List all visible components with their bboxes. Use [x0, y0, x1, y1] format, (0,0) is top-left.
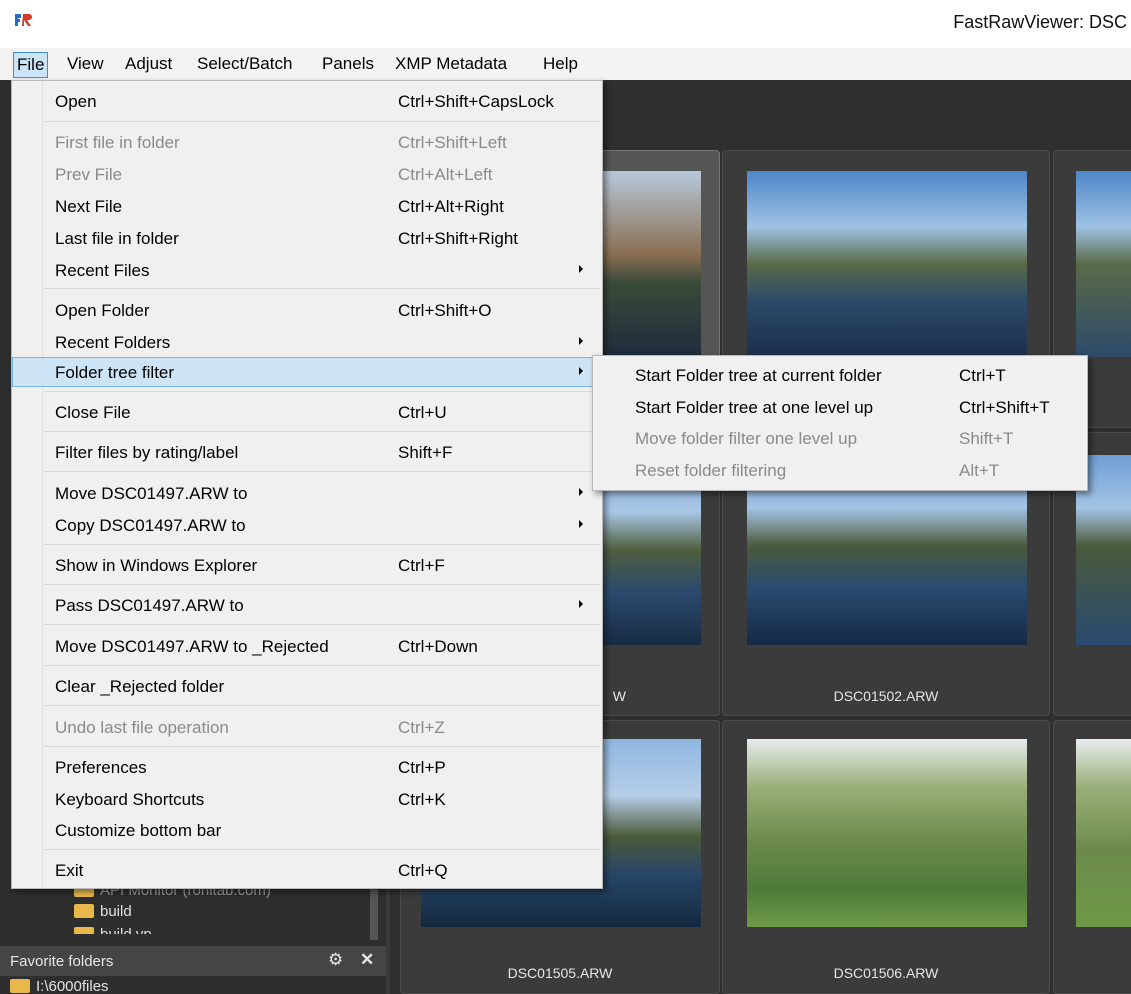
menu-item-next-file[interactable]: Next File Ctrl+Alt+Right [12, 192, 602, 222]
tree-scrollbar[interactable] [370, 880, 378, 940]
menu-separator [44, 471, 600, 472]
folder-tree-filter-submenu: Start Folder tree at current folder Ctrl+… [592, 355, 1088, 491]
favorite-folder-item[interactable]: I:\6000files [10, 978, 109, 994]
submenu-arrow-icon [579, 488, 583, 496]
menu-item-open[interactable]: Open Ctrl+Shift+CapsLock [12, 87, 602, 117]
menu-item-filter-files[interactable]: Filter files by rating/label Shift+F [12, 438, 602, 468]
favorites-panel-header: Favorite folders ⚙ ✕ [0, 946, 386, 976]
submenu-arrow-icon [579, 265, 583, 273]
file-menu-dropdown: Open Ctrl+Shift+CapsLock First file in fo… [11, 80, 603, 889]
thumbnail-filename: DSC01505.ARW [507, 965, 613, 981]
folder-icon [10, 979, 30, 993]
menu-separator [44, 624, 600, 625]
thumbnail-image [1076, 739, 1131, 927]
menu-item-show-in-explorer[interactable]: Show in Windows Explorer Ctrl+F [12, 551, 602, 581]
menu-separator [44, 121, 600, 122]
submenu-arrow-icon [579, 337, 583, 345]
menu-separator [44, 746, 600, 747]
menu-separator [44, 849, 600, 850]
menu-view[interactable]: View [67, 54, 104, 78]
menu-separator [44, 391, 600, 392]
menu-item-folder-tree-filter[interactable]: Folder tree filter [12, 357, 602, 387]
menu-item-recent-folders[interactable]: Recent Folders [12, 328, 602, 358]
folder-icon [74, 927, 94, 934]
menu-item-clear-rejected[interactable]: Clear _Rejected folder [12, 672, 602, 702]
menu-item-move-file-to[interactable]: Move DSC01497.ARW to [12, 479, 602, 509]
menu-item-last-file[interactable]: Last file in folder Ctrl+Shift+Right [12, 224, 602, 254]
menu-file[interactable]: File [13, 52, 49, 78]
menu-separator [44, 665, 600, 666]
gear-icon[interactable]: ⚙ [328, 950, 343, 970]
menu-select-batch[interactable]: Select/Batch [197, 54, 292, 78]
menu-item-exit[interactable]: Exit Ctrl+Q [12, 856, 602, 886]
menu-item-first-file[interactable]: First file in folder Ctrl+Shift+Left [12, 128, 602, 158]
submenu-item-start-one-level-up[interactable]: Start Folder tree at one level up Ctrl+Sh… [593, 393, 1087, 423]
menu-item-undo-file-operation[interactable]: Undo last file operation Ctrl+Z [12, 713, 602, 743]
close-icon[interactable]: ✕ [360, 950, 374, 970]
folder-tree-item[interactable]: build [74, 903, 132, 920]
menu-item-open-folder[interactable]: Open Folder Ctrl+Shift+O [12, 296, 602, 326]
menu-bar: File View Adjust Select/Batch Panels XMP… [0, 48, 1131, 80]
menu-xmp-metadata[interactable]: XMP Metadata [395, 54, 507, 78]
menu-adjust[interactable]: Adjust [125, 54, 172, 78]
menu-panels[interactable]: Panels [322, 54, 374, 78]
menu-item-customize-bottom-bar[interactable]: Customize bottom bar [12, 816, 602, 846]
menu-help[interactable]: Help [543, 54, 578, 78]
menu-separator [44, 705, 600, 706]
submenu-item-move-filter-up[interactable]: Move folder filter one level up Shift+T [593, 424, 1087, 454]
menu-item-move-to-rejected[interactable]: Move DSC01497.ARW to _Rejected Ctrl+Down [12, 632, 602, 662]
folder-icon [74, 904, 94, 918]
menu-item-pass-file-to[interactable]: Pass DSC01497.ARW to [12, 591, 602, 621]
thumbnail-filename: DSC01502.ARW [833, 688, 939, 704]
window-title: FastRawViewer: DSC [953, 12, 1127, 32]
thumbnail-image [747, 739, 1027, 927]
submenu-arrow-icon [579, 520, 583, 528]
submenu-item-reset-filtering[interactable]: Reset folder filtering Alt+T [593, 456, 1087, 486]
menu-item-close-file[interactable]: Close File Ctrl+U [12, 398, 602, 428]
menu-item-recent-files[interactable]: Recent Files [12, 256, 602, 286]
menu-item-prev-file[interactable]: Prev File Ctrl+Alt+Left [12, 160, 602, 190]
menu-separator [44, 288, 600, 289]
menu-item-keyboard-shortcuts[interactable]: Keyboard Shortcuts Ctrl+K [12, 785, 602, 815]
thumbnail-image [747, 171, 1027, 357]
menu-item-preferences[interactable]: Preferences Ctrl+P [12, 753, 602, 783]
submenu-arrow-icon [579, 600, 583, 608]
favorites-title: Favorite folders [10, 953, 114, 970]
title-bar: FastRawViewer: DSC [0, 0, 1131, 48]
menu-separator [44, 544, 600, 545]
submenu-item-start-at-current[interactable]: Start Folder tree at current folder Ctrl+… [593, 361, 1087, 391]
thumbnail-filename: DSC01506.ARW [833, 965, 939, 981]
menu-separator [44, 431, 600, 432]
submenu-arrow-icon [579, 367, 583, 375]
thumbnail-tile[interactable]: DSC01506.ARW [722, 720, 1050, 994]
menu-separator [44, 584, 600, 585]
app-icon [15, 14, 32, 26]
thumbnail-tile[interactable] [1053, 720, 1131, 994]
thumbnail-image [1076, 171, 1131, 357]
menu-item-copy-file-to[interactable]: Copy DSC01497.ARW to [12, 511, 602, 541]
folder-tree-item[interactable]: build.vp [74, 926, 152, 934]
